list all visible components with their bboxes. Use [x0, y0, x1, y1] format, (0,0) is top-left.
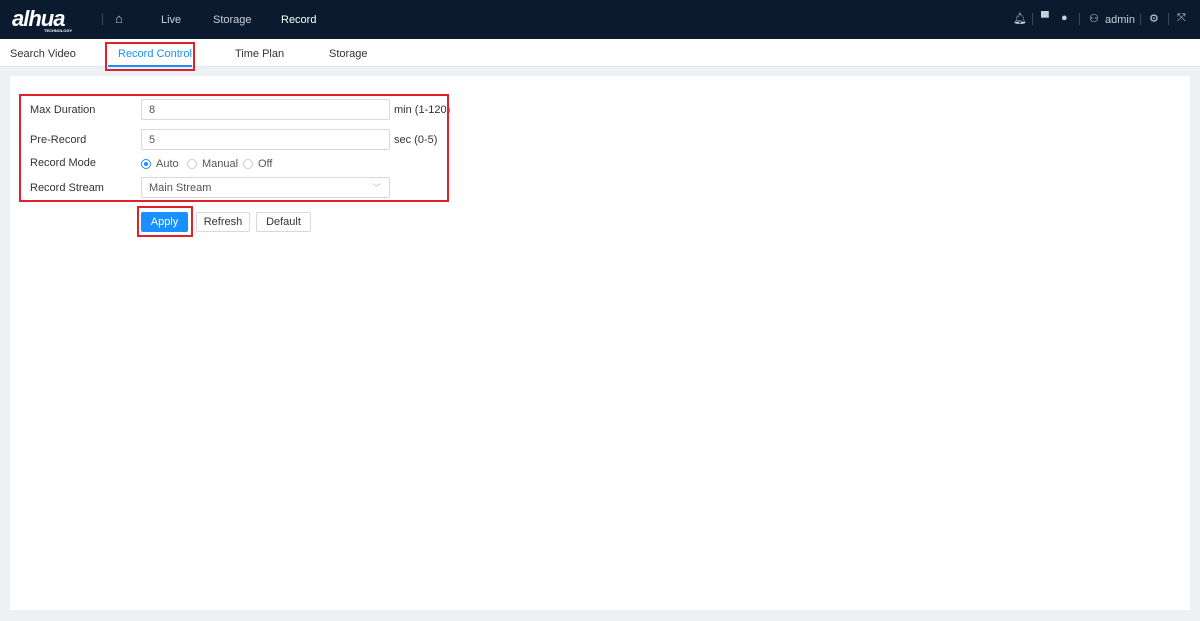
nav-storage[interactable]: Storage [213, 14, 252, 26]
divider [1079, 13, 1080, 25]
tab-time-plan[interactable]: Time Plan [235, 48, 284, 60]
gear-icon[interactable]: ⚙ [1149, 12, 1159, 25]
home-icon[interactable]: ⌂ [115, 11, 123, 26]
dahua-logo: alhua TECHNOLOGY [12, 6, 73, 33]
nav-record[interactable]: Record [281, 14, 316, 26]
nav-live[interactable]: Live [161, 14, 181, 26]
top-header: alhua TECHNOLOGY ⌂ Live Storage Record 🔔︎… [0, 0, 1200, 39]
fullscreen-icon[interactable]: ⤧ [1177, 12, 1186, 25]
shirt-icon[interactable]: ▀ [1041, 12, 1049, 24]
tab-search-video[interactable]: Search Video [10, 48, 76, 60]
highlight-box [19, 94, 449, 202]
divider [1032, 13, 1033, 25]
highlight-box [137, 206, 193, 237]
refresh-button[interactable]: Refresh [196, 212, 250, 232]
highlight-box [105, 42, 195, 71]
default-button[interactable]: Default [256, 212, 311, 232]
user-icon[interactable]: ⚇ [1089, 12, 1099, 25]
divider [102, 13, 103, 25]
bell-icon[interactable]: 🔔︎ [1013, 12, 1027, 25]
divider [1168, 13, 1169, 25]
tab-storage[interactable]: Storage [329, 48, 368, 60]
user-name[interactable]: admin [1105, 14, 1135, 26]
globe-icon[interactable]: ● [1061, 12, 1068, 24]
divider [1140, 13, 1141, 25]
